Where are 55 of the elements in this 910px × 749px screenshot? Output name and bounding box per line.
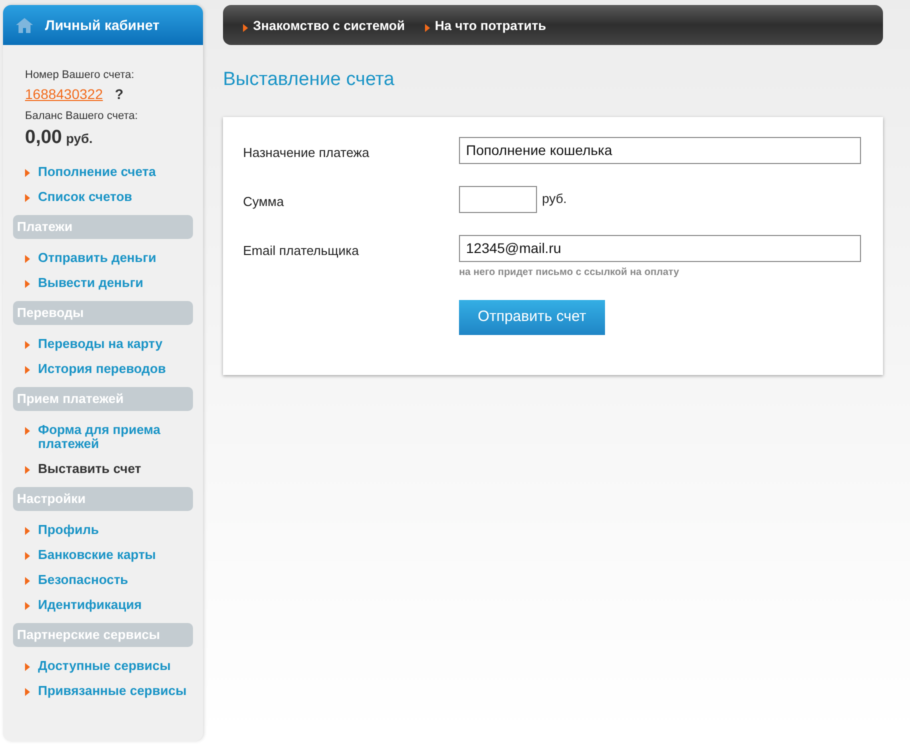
arrow-icon — [25, 662, 30, 670]
field-label: Сумма — [243, 192, 285, 211]
account-label: Номер Вашего счета: — [25, 68, 136, 83]
top-nav-link[interactable]: На что потратить — [434, 16, 546, 36]
sidebar-link[interactable]: Банковские карты — [38, 548, 156, 562]
arrow-icon — [25, 552, 30, 560]
submit-button[interactable]: Отправить счет — [459, 300, 605, 334]
arrow-icon — [25, 340, 30, 348]
home-icon — [16, 18, 33, 32]
field-label: Email плательщика — [243, 242, 360, 260]
field-hint: на него придет письмо с ссылкой на оплату — [459, 266, 680, 280]
help-mark[interactable]: ? — [114, 84, 124, 104]
arrow-icon — [25, 254, 30, 262]
arrow-icon — [25, 194, 30, 202]
sidebar-link[interactable]: Выставить счет — [38, 462, 142, 476]
sidebar-link[interactable]: Отправить деньги — [38, 250, 156, 264]
arrow-icon — [25, 426, 30, 434]
sidebar-link[interactable]: Список счетов — [38, 190, 132, 204]
arrow-icon — [243, 24, 248, 32]
page-title: Выставление счета — [223, 68, 396, 92]
sidebar-link[interactable]: Пополнение счета — [38, 164, 156, 178]
account-number[interactable]: 1688430322 — [25, 84, 103, 104]
top-nav-link[interactable]: Знакомство с системой — [253, 16, 405, 36]
currency-label: руб. — [542, 190, 567, 208]
sidebar-link[interactable]: Форма для приема платежей — [38, 422, 195, 450]
arrow-icon — [25, 576, 30, 584]
balance-amount: 0,00 — [25, 126, 62, 150]
balance-currency: руб. — [66, 130, 93, 148]
arrow-icon — [25, 688, 30, 696]
arrow-icon — [25, 466, 30, 474]
arrow-icon — [424, 24, 430, 32]
sidebar-link[interactable]: Доступные сервисы — [38, 658, 171, 672]
input-field[interactable]: 12345@mail.ru — [459, 234, 861, 262]
amount-field[interactable] — [459, 186, 537, 212]
sidebar-link[interactable]: Вывести деньги — [38, 276, 144, 290]
sidebar-link[interactable]: Безопасность — [38, 572, 128, 586]
section-heading: Партнерские сервисы — [13, 622, 193, 646]
section-heading: Платежи — [13, 214, 193, 238]
arrow-icon — [25, 366, 30, 374]
sidebar-link[interactable]: Переводы на карту — [38, 336, 162, 350]
sidebar-link[interactable]: История переводов — [38, 362, 166, 376]
section-heading: Переводы — [13, 300, 193, 324]
section-heading: Настройки — [13, 486, 193, 510]
sidebar-link[interactable]: Привязанные сервисы — [38, 684, 187, 698]
section-heading: Прием платежей — [13, 386, 193, 410]
field-label: Назначение платежа — [243, 144, 370, 162]
sidebar-title: Личный кабинет — [45, 16, 160, 34]
arrow-icon — [25, 526, 30, 534]
arrow-icon — [25, 280, 30, 288]
input-field[interactable]: Пополнение кошелька — [459, 136, 861, 164]
arrow-icon — [25, 168, 30, 176]
sidebar-link[interactable]: Профиль — [38, 522, 99, 536]
balance-label: Баланс Вашего счета: — [25, 108, 139, 124]
sidebar-link[interactable]: Идентификация — [38, 598, 142, 612]
arrow-icon — [25, 602, 30, 610]
